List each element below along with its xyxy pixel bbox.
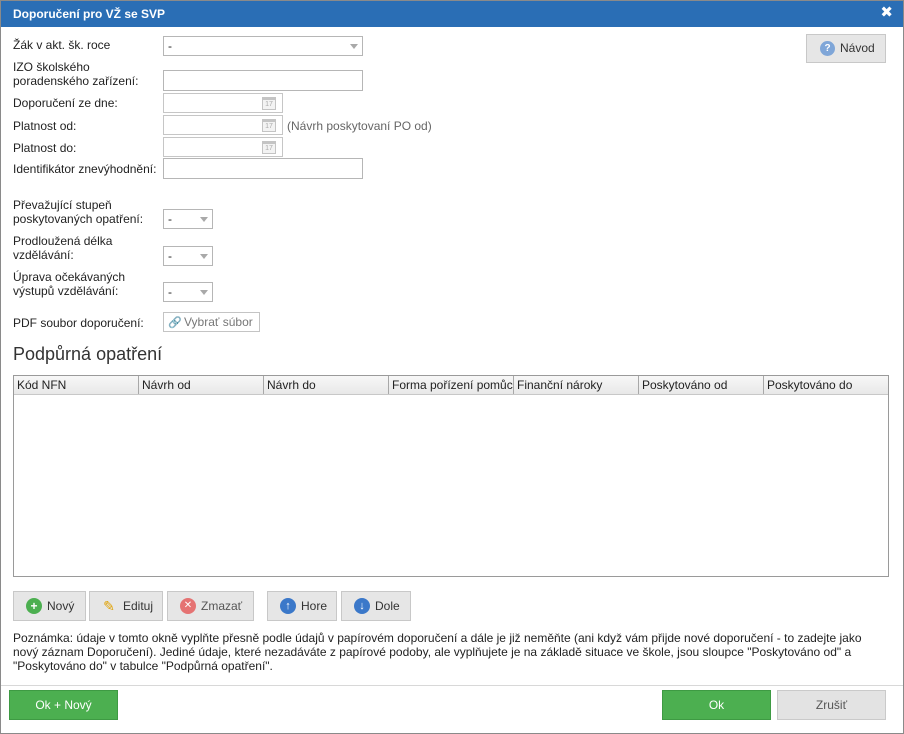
column-header-kod-nfn[interactable]: Kód NFN bbox=[14, 376, 139, 394]
column-header-navrh-do[interactable]: Návrh do bbox=[264, 376, 389, 394]
identifikator-label: Identifikátor znevýhodnění: bbox=[13, 162, 157, 176]
stupen-select-value: - bbox=[168, 212, 172, 226]
delete-icon: ✕ bbox=[180, 598, 196, 614]
platnost-od-hint: (Návrh poskytovaní PO od) bbox=[287, 119, 432, 133]
izo-label-line1: IZO školského bbox=[13, 60, 90, 74]
pdf-label: PDF soubor doporučení: bbox=[13, 316, 144, 330]
delka-label-line2: vzdělávání: bbox=[13, 248, 74, 262]
platnost-do-field[interactable]: 17 bbox=[163, 137, 283, 157]
column-header-poskytovano-do[interactable]: Poskytováno do bbox=[764, 376, 888, 394]
help-button[interactable]: ? Návod bbox=[806, 34, 886, 63]
calendar-icon[interactable]: 17 bbox=[262, 97, 276, 110]
close-icon[interactable]: ✖ bbox=[880, 5, 893, 21]
identifikator-input[interactable] bbox=[163, 158, 363, 179]
delete-button[interactable]: ✕ Zmazať bbox=[167, 591, 254, 621]
platnost-od-label: Platnost od: bbox=[13, 119, 77, 133]
izo-input[interactable] bbox=[163, 70, 363, 91]
link-icon: 🔗 bbox=[168, 317, 182, 329]
note-line-2: nový záznam Doporučení). Jediné údaje, k… bbox=[13, 645, 852, 659]
support-section-title: Podpůrná opatření bbox=[13, 344, 163, 364]
stupen-select[interactable]: - bbox=[163, 209, 213, 229]
chevron-down-icon bbox=[200, 290, 208, 295]
pencil-icon: ✎ bbox=[103, 598, 115, 614]
dialog: Doporučení pro VŽ se SVP ✖ ? Návod Žák v… bbox=[0, 0, 904, 734]
dialog-titlebar: Doporučení pro VŽ se SVP ✖ bbox=[1, 1, 903, 27]
plus-icon: + bbox=[26, 598, 42, 614]
pdf-file-button-label: Vybrať súbor bbox=[184, 315, 253, 329]
up-button-label: Hore bbox=[301, 599, 328, 613]
chevron-down-icon bbox=[350, 44, 358, 49]
down-button[interactable]: ↓ Dole bbox=[341, 591, 411, 621]
platnost-od-field[interactable]: 17 bbox=[163, 115, 283, 135]
pdf-file-button[interactable]: 🔗 Vybrať súbor bbox=[163, 312, 260, 332]
stupen-label-line2: poskytovaných opatření: bbox=[13, 212, 144, 226]
dialog-title: Doporučení pro VŽ se SVP bbox=[13, 7, 166, 21]
new-button-label: Nový bbox=[47, 599, 75, 613]
platnost-do-label: Platnost do: bbox=[13, 141, 77, 155]
note-line-3: "Poskytováno do" v tabulce "Podpůrná opa… bbox=[13, 659, 273, 673]
delka-select[interactable]: - bbox=[163, 246, 213, 266]
column-header-financni-naroky[interactable]: Finanční nároky bbox=[514, 376, 639, 394]
delka-select-value: - bbox=[168, 249, 172, 263]
chevron-down-icon bbox=[200, 254, 208, 259]
uprava-label-line2: výstupů vzdělávání: bbox=[13, 284, 119, 298]
delka-label-line1: Prodloužená délka bbox=[13, 234, 113, 248]
footer-divider bbox=[1, 685, 903, 686]
uprava-select[interactable]: - bbox=[163, 282, 213, 302]
ok-new-button[interactable]: Ok + Nový bbox=[9, 690, 118, 720]
column-header-poskytovano-od[interactable]: Poskytováno od bbox=[639, 376, 764, 394]
doporuceni-ze-dne-field[interactable]: 17 bbox=[163, 93, 283, 113]
edit-button[interactable]: ✎ Edituj bbox=[89, 591, 163, 621]
support-grid-header: Kód NFN Návrh od Návrh do Forma pořízení… bbox=[14, 376, 888, 395]
ok-button[interactable]: Ok bbox=[662, 690, 771, 720]
cancel-button[interactable]: Zrušiť bbox=[777, 690, 886, 720]
izo-label-line2: poradenského zařízení: bbox=[13, 74, 139, 88]
arrow-up-icon: ↑ bbox=[280, 598, 296, 614]
stupen-label-line1: Převažující stupeň bbox=[13, 198, 112, 212]
new-button[interactable]: + Nový bbox=[13, 591, 86, 621]
doporuceni-ze-dne-label: Doporučení ze dne: bbox=[13, 96, 118, 110]
chevron-down-icon bbox=[200, 217, 208, 222]
calendar-icon[interactable]: 17 bbox=[262, 119, 276, 132]
arrow-down-icon: ↓ bbox=[354, 598, 370, 614]
column-header-navrh-od[interactable]: Návrh od bbox=[139, 376, 264, 394]
question-icon: ? bbox=[820, 41, 835, 56]
help-button-label: Návod bbox=[840, 41, 875, 55]
up-button[interactable]: ↑ Hore bbox=[267, 591, 337, 621]
support-grid[interactable]: Kód NFN Návrh od Návrh do Forma pořízení… bbox=[13, 375, 889, 577]
delete-button-label: Zmazať bbox=[201, 599, 243, 613]
zak-select-value: - bbox=[168, 39, 172, 53]
calendar-icon[interactable]: 17 bbox=[262, 141, 276, 154]
column-header-forma[interactable]: Forma pořízení pomůc bbox=[389, 376, 514, 394]
note-text: Poznámka: údaje v tomto okně vyplňte pře… bbox=[13, 631, 885, 673]
edit-button-label: Edituj bbox=[123, 599, 154, 613]
note-line-1: Poznámka: údaje v tomto okně vyplňte pře… bbox=[13, 631, 862, 645]
zak-select[interactable]: - bbox=[163, 36, 363, 56]
uprava-label-line1: Úprava očekávaných bbox=[13, 270, 126, 284]
zak-label: Žák v akt. šk. roce bbox=[13, 38, 111, 52]
down-button-label: Dole bbox=[375, 599, 400, 613]
uprava-select-value: - bbox=[168, 285, 172, 299]
